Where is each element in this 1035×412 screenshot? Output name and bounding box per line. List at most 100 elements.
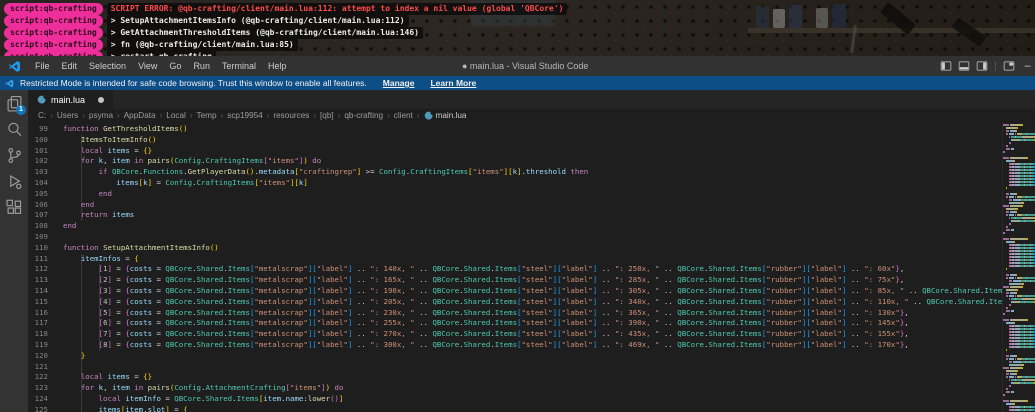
banner-link-manage[interactable]: Manage [383,78,415,88]
console-resource-badge: script:qb-crafting [4,27,103,39]
minimap-token [1026,400,1028,402]
breadcrumb-item[interactable]: [qb] [320,111,334,120]
code-token: Items [236,393,259,403]
minimap[interactable] [1002,122,1035,412]
code-token: QBCore [432,285,460,295]
code-token: name [285,393,304,403]
breadcrumb-item[interactable]: Local [166,111,186,120]
code-token: () [209,242,219,252]
menu-run[interactable]: Run [187,58,216,74]
breadcrumb-item[interactable]: C: [38,111,46,120]
breadcrumb-item[interactable]: qb-crafting [344,111,383,120]
code-token: QBCore [677,285,704,295]
minimap-line [1003,271,1035,273]
customize-layout-icon[interactable] [1003,60,1015,72]
code-token: Items [494,264,518,274]
code-token: return [80,210,108,220]
code-token: ": 190x, " [370,285,415,295]
code-token: QBCore [432,264,460,274]
minimap-line [1003,199,1035,201]
code-token: = [160,393,175,403]
code-token: Functions [143,167,184,177]
activitybar-run-debug[interactable] [0,168,28,194]
breadcrumb-item[interactable]: AppData [124,111,156,120]
breadcrumb-item[interactable]: resources [273,111,309,120]
toggle-secondary-sidebar-icon[interactable] [976,60,988,72]
menu-view[interactable]: View [132,58,163,74]
tab-bar: main.lua [28,90,1035,109]
lua-file-icon [37,95,46,104]
line-number: 115 [34,296,48,306]
code-line: 113 [2] = {costs = QBCore.Shared.Items["… [28,275,1002,286]
breadcrumb-separator-icon: › [416,111,420,120]
minimap-line [1003,133,1035,135]
toggle-sidebar-icon[interactable] [940,60,952,72]
minimap-token [1008,142,1011,144]
toggle-panel-icon[interactable] [958,60,970,72]
activitybar-source-control[interactable] [0,142,28,168]
code-token: Shared [463,307,491,317]
breadcrumb-item-file[interactable]: main.lua [424,111,466,120]
code-token: Items [494,329,518,339]
code-token: { [134,253,139,263]
minimap-line [1003,325,1035,327]
minimize-button[interactable]: – [1021,60,1035,72]
minimap-line [1003,136,1035,138]
menu-file[interactable]: File [29,58,56,74]
minimap-line [1003,313,1035,315]
modified-indicator-dot[interactable] [98,96,105,103]
breadcrumb-item[interactable]: client [394,111,413,120]
code-token: () [330,393,339,403]
bottle-decoration [773,9,785,28]
breadcrumb-item[interactable]: scp19954 [227,111,263,120]
menu-selection[interactable]: Selection [83,58,132,74]
menu-go[interactable]: Go [163,58,187,74]
bottle-decoration [816,8,828,28]
code-token: .. [414,285,433,295]
code-token: = [152,275,166,285]
game-console-overlay: script:qb-crafting SCRIPT ERROR: @qb-craf… [0,0,1035,56]
breadcrumb-item[interactable]: Temp [197,111,217,120]
code-editor[interactable]: 99 function GetThresholdItems() 100 ItemsT… [28,122,1035,412]
menu-edit[interactable]: Edit [56,58,84,74]
code-token: costs [129,307,153,317]
code-token: ": 255x, " [370,318,415,328]
code-token: items [111,210,135,220]
code-token: , [904,307,909,317]
code-token: Items [494,296,518,306]
breadcrumb-item[interactable]: psyma [89,111,113,120]
code-token: .. [597,264,615,274]
activitybar-search[interactable] [0,116,28,142]
minimap-line [1003,253,1035,255]
minimap-token [1021,124,1023,126]
menu-help[interactable]: Help [262,58,293,74]
code-token: local [98,393,121,403]
tab-main-lua[interactable]: main.lua [28,90,115,109]
code-token: .. [414,339,433,349]
activitybar-explorer[interactable]: 1 [0,90,28,116]
code-token: = [129,145,144,155]
code-line: 112 [1] = {costs = QBCore.Shared.Items["… [28,264,1002,275]
banner-link-learn-more[interactable]: Learn More [430,78,476,88]
code-token: for [80,383,95,393]
menu-terminal[interactable]: Terminal [216,58,262,74]
vscode-logo-icon [5,79,14,87]
minimap-line [1003,238,1035,240]
code-token: GetPlayerData [187,167,246,177]
activitybar-extensions[interactable] [0,194,28,220]
breadcrumb-item[interactable]: Users [57,111,78,120]
code-token: "steel" [521,275,553,285]
code-token: = [152,339,166,349]
code-token: , [904,339,909,349]
minimap-line [1003,154,1035,156]
code-token: AttachmentCrafting [205,383,286,393]
minimap-token [1027,196,1035,198]
code-token: "label" [316,296,348,306]
code-token: Items [227,285,250,295]
code-token: do [312,156,322,166]
minimap-line [1003,379,1035,381]
code-token: metadata [258,167,295,177]
code-token: "label" [561,329,593,339]
